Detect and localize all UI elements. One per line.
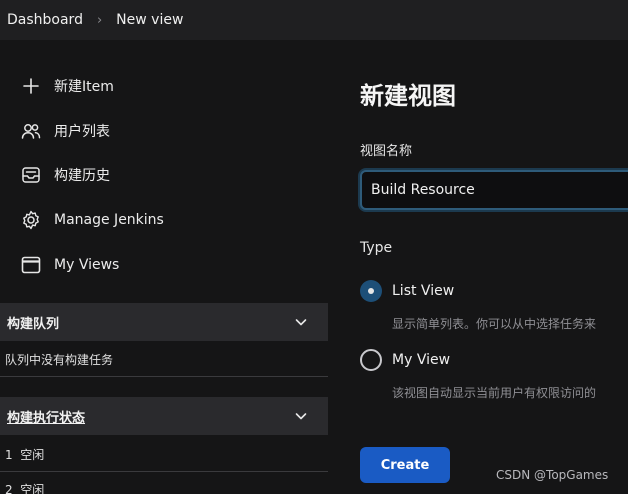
gear-icon xyxy=(23,210,39,230)
radio-label: List View xyxy=(392,283,455,299)
radio-checked-icon[interactable] xyxy=(360,280,382,302)
users-icon xyxy=(21,124,41,139)
page-title: 新建视图 xyxy=(360,82,456,110)
breadcrumb-current: New view xyxy=(116,12,184,28)
executor-number: 1 xyxy=(5,448,13,462)
view-name-label: 视图名称 xyxy=(360,144,413,159)
radio-list-view[interactable]: List View xyxy=(360,280,454,302)
sidebar-item-label: 新建Item xyxy=(54,79,114,95)
plus-icon xyxy=(23,78,39,94)
create-button[interactable]: Create xyxy=(360,447,450,483)
radio-label: My View xyxy=(392,352,451,368)
build-queue-empty: 队列中没有构建任务 xyxy=(5,353,114,367)
sidebar-item-my-views[interactable]: My Views xyxy=(20,253,119,277)
sidebar-item-label: 构建历史 xyxy=(54,168,110,184)
window-icon xyxy=(21,256,41,274)
sidebar: 新建Item 用户列表 构建历史 Manage Jenkins My Views… xyxy=(0,40,328,494)
breadcrumb: Dashboard › New view xyxy=(0,0,628,40)
build-queue-title: 构建队列 xyxy=(7,316,60,332)
radio-description: 显示简单列表。你可以从中选择任务来 xyxy=(392,317,597,331)
divider xyxy=(0,376,328,377)
chevron-down-icon[interactable] xyxy=(294,315,308,329)
radio-description: 该视图自动显示当前用户有权限访问的 xyxy=(392,386,597,400)
watermark: CSDN @TopGames xyxy=(496,468,609,482)
sidebar-item-manage-jenkins[interactable]: Manage Jenkins xyxy=(20,208,164,232)
type-label: Type xyxy=(360,240,393,256)
executor-status: 空闲 xyxy=(20,448,45,462)
sidebar-item-build-history[interactable]: 构建历史 xyxy=(20,163,110,187)
radio-unchecked-icon[interactable] xyxy=(360,349,382,371)
inbox-icon xyxy=(22,167,40,183)
executor-number: 2 xyxy=(5,483,13,494)
executor-row: 1 空闲 xyxy=(0,446,328,463)
divider xyxy=(0,471,328,472)
sidebar-item-new-item[interactable]: 新建Item xyxy=(20,74,114,98)
view-name-input[interactable] xyxy=(360,170,628,210)
sidebar-item-label: 用户列表 xyxy=(54,124,110,140)
radio-my-view[interactable]: My View xyxy=(360,349,450,371)
sidebar-item-label: Manage Jenkins xyxy=(54,212,164,228)
sidebar-item-users[interactable]: 用户列表 xyxy=(20,119,110,143)
executor-status-title[interactable]: 构建执行状态 xyxy=(7,407,85,426)
build-queue-header[interactable]: 构建队列 xyxy=(0,303,328,341)
breadcrumb-dashboard-link[interactable]: Dashboard xyxy=(7,12,83,28)
executor-status-header[interactable]: 构建执行状态 xyxy=(0,397,328,435)
sidebar-item-label: My Views xyxy=(54,257,120,273)
executor-row: 2 空闲 xyxy=(0,481,328,494)
chevron-down-icon[interactable] xyxy=(294,409,308,423)
main-content: 新建视图 视图名称 Type List View 显示简单列表。你可以从中选择任… xyxy=(360,40,628,494)
executor-status: 空闲 xyxy=(20,483,45,494)
chevron-right-icon: › xyxy=(96,12,103,28)
